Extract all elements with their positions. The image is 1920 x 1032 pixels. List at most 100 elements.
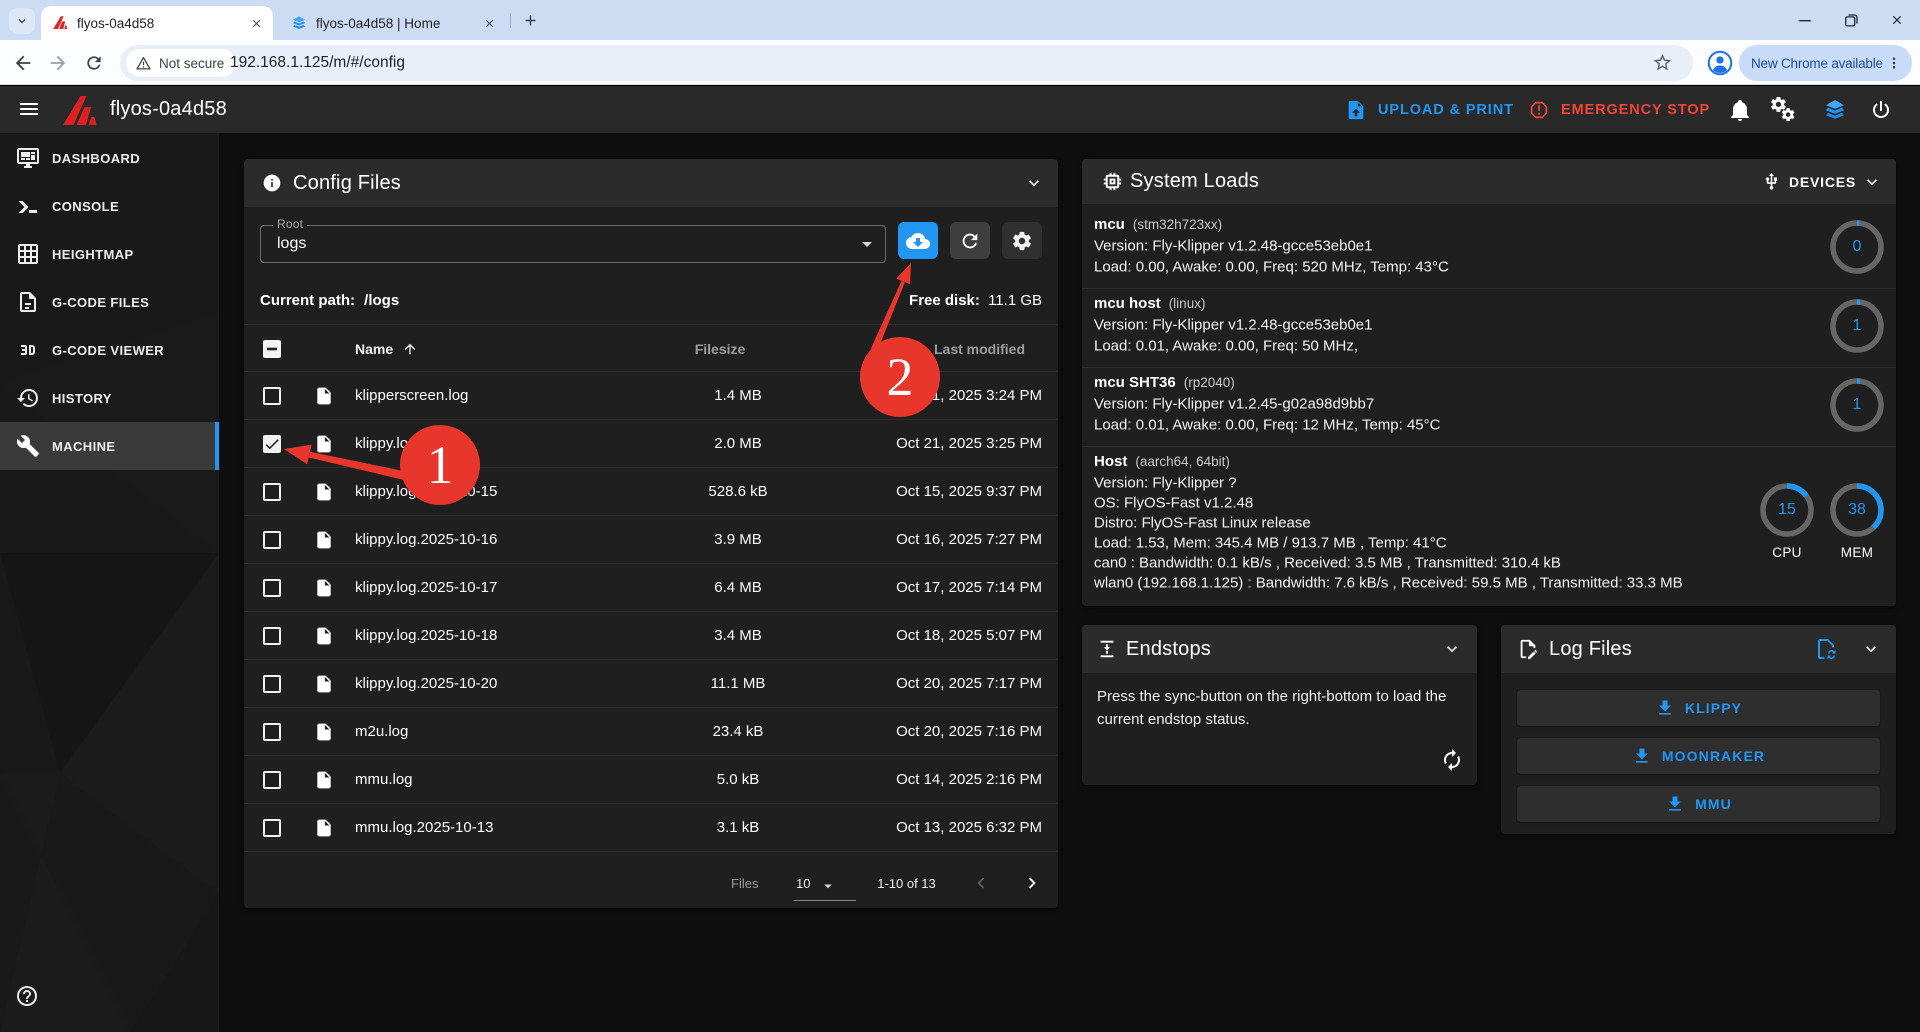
file-row[interactable]: mmu.log.2025-10-13 3.1 kB Oct 13, 2025 6… bbox=[244, 804, 1058, 852]
file-edit-icon bbox=[1517, 638, 1539, 660]
caret-down-icon bbox=[855, 232, 879, 256]
row-checkbox[interactable] bbox=[263, 531, 281, 549]
sidebar-item-history[interactable]: HISTORY bbox=[0, 374, 219, 422]
config-files-header[interactable]: Config Files bbox=[244, 159, 1058, 207]
bookmark-button[interactable] bbox=[1652, 52, 1673, 73]
devices-button[interactable]: DEVICES bbox=[1762, 159, 1856, 204]
rollover-logs-button[interactable] bbox=[1814, 637, 1838, 661]
endstops-message: Press the sync-button on the right-botto… bbox=[1097, 685, 1447, 731]
sidebar-item-machine[interactable]: MACHINE bbox=[0, 422, 219, 470]
next-page-button[interactable] bbox=[1017, 868, 1047, 898]
refresh-files-button[interactable] bbox=[950, 222, 990, 259]
file-modified: Oct 18, 2025 5:07 PM bbox=[896, 612, 1042, 660]
caret-down-icon[interactable] bbox=[819, 877, 837, 895]
files-table-footer: Files 10 1-10 of 13 bbox=[244, 852, 1058, 908]
row-checkbox[interactable] bbox=[263, 627, 281, 645]
file-row[interactable]: mmu.log 5.0 kB Oct 14, 2025 2:16 PM bbox=[244, 756, 1058, 804]
browser-tab-inactive[interactable]: flyos-0a4d58 | Home bbox=[280, 6, 506, 40]
emergency-stop-button[interactable]: EMERGENCY STOP bbox=[1528, 86, 1710, 133]
log-button-label: MOONRAKER bbox=[1662, 748, 1765, 764]
file-row[interactable]: klippy.log.2025-10-16 3.9 MB Oct 16, 202… bbox=[244, 516, 1058, 564]
chevron-down-icon[interactable] bbox=[1861, 639, 1881, 659]
file-row[interactable]: klippy.log.2025-10-20 11.1 MB Oct 20, 20… bbox=[244, 660, 1058, 708]
file-sync-icon bbox=[1814, 637, 1838, 661]
back-button[interactable] bbox=[9, 49, 37, 77]
system-load-section-mcu-sht36: mcu SHT36(rp2040) Version: Fly-Klipper v… bbox=[1082, 368, 1896, 447]
new-tab-button[interactable] bbox=[519, 9, 541, 31]
file-document-icon bbox=[16, 290, 40, 314]
chevron-down-icon[interactable] bbox=[1862, 172, 1882, 192]
annotation-number: 1 bbox=[427, 434, 454, 496]
profile-button[interactable] bbox=[1705, 48, 1735, 78]
chrome-update-button[interactable]: New Chrome available bbox=[1739, 45, 1912, 81]
file-row[interactable]: klippy.log.2025-10-15 528.6 kB Oct 15, 2… bbox=[244, 468, 1058, 516]
column-header-modified[interactable]: Last modified bbox=[934, 325, 1025, 373]
window-minimize-button[interactable] bbox=[1782, 0, 1828, 40]
select-all-checkbox[interactable] bbox=[263, 340, 281, 358]
sidebar-item-console[interactable]: CONSOLE bbox=[0, 182, 219, 230]
files-per-page-value[interactable]: 10 bbox=[796, 876, 810, 891]
row-checkbox-checked[interactable] bbox=[263, 435, 281, 453]
tab-close-button[interactable] bbox=[247, 14, 265, 32]
upload-print-button[interactable]: UPLOAD & PRINT bbox=[1345, 86, 1514, 133]
column-header-filesize[interactable]: Filesize bbox=[670, 325, 770, 373]
settings-button[interactable] bbox=[1771, 97, 1796, 122]
profile-icon bbox=[1705, 48, 1735, 78]
row-checkbox[interactable] bbox=[263, 579, 281, 597]
file-size: 3.4 MB bbox=[658, 612, 818, 660]
row-checkbox[interactable] bbox=[263, 819, 281, 837]
menu-button[interactable] bbox=[17, 97, 41, 121]
row-checkbox[interactable] bbox=[263, 387, 281, 405]
security-chip[interactable]: Not secure bbox=[126, 49, 236, 77]
video-3d-icon bbox=[16, 338, 40, 362]
row-checkbox[interactable] bbox=[263, 483, 281, 501]
download-klippy-log-button[interactable]: KLIPPY bbox=[1517, 690, 1880, 726]
address-bar[interactable]: Not secure 192.168.1.125/m/#/config bbox=[120, 45, 1693, 81]
file-modified: Oct 16, 2025 7:27 PM bbox=[896, 516, 1042, 564]
flyos-services-button[interactable] bbox=[1822, 97, 1847, 122]
file-row[interactable]: klippy.log.2025-10-18 3.4 MB Oct 18, 202… bbox=[244, 612, 1058, 660]
mcu-name: mcu bbox=[1094, 216, 1125, 233]
row-checkbox[interactable] bbox=[263, 771, 281, 789]
forward-button[interactable] bbox=[44, 49, 72, 77]
sidebar-item-heightmap[interactable]: HEIGHTMAP bbox=[0, 230, 219, 278]
power-button[interactable] bbox=[1868, 97, 1893, 122]
sidebar-item-gcode-viewer[interactable]: G-CODE VIEWER bbox=[0, 326, 219, 374]
sidebar-item-label: G-CODE VIEWER bbox=[52, 343, 164, 358]
file-row[interactable]: klippy.log.2025-10-17 6.4 MB Oct 17, 202… bbox=[244, 564, 1058, 612]
file-row[interactable]: m2u.log 23.4 kB Oct 20, 2025 7:16 PM bbox=[244, 708, 1058, 756]
file-modified: Oct 14, 2025 2:16 PM bbox=[896, 756, 1042, 804]
notifications-button[interactable] bbox=[1727, 97, 1752, 122]
download-mmu-log-button[interactable]: MMU bbox=[1517, 786, 1880, 822]
endstop-sync-button[interactable] bbox=[1440, 748, 1464, 772]
root-select-value: logs bbox=[277, 226, 306, 262]
root-select[interactable]: Root logs bbox=[260, 225, 886, 263]
tab-close-button[interactable] bbox=[480, 14, 498, 32]
previous-page-button[interactable] bbox=[966, 868, 996, 898]
annotation-step-1: 1 bbox=[400, 425, 480, 505]
files-settings-button[interactable] bbox=[1002, 222, 1042, 259]
download-moonraker-log-button[interactable]: MOONRAKER bbox=[1517, 738, 1880, 774]
window-maximize-button[interactable] bbox=[1828, 0, 1874, 40]
chevron-down-icon[interactable] bbox=[1442, 639, 1462, 659]
browser-toolbar: Not secure 192.168.1.125/m/#/config New … bbox=[0, 40, 1920, 85]
browser-tab-active[interactable]: flyos-0a4d58 bbox=[41, 6, 273, 40]
sidebar-item-gcode-files[interactable]: G-CODE FILES bbox=[0, 278, 219, 326]
star-icon bbox=[1652, 52, 1673, 73]
file-row[interactable]: klippy.log 2.0 MB Oct 21, 2025 3:25 PM bbox=[244, 420, 1058, 468]
column-header-name[interactable]: Name bbox=[355, 325, 393, 373]
reload-button[interactable] bbox=[80, 49, 108, 77]
row-checkbox[interactable] bbox=[263, 675, 281, 693]
window-close-button[interactable] bbox=[1874, 0, 1920, 40]
sidebar-item-dashboard[interactable]: DASHBOARD bbox=[0, 134, 219, 182]
usb-icon bbox=[1762, 172, 1781, 191]
file-icon bbox=[314, 481, 334, 503]
download-selected-button[interactable] bbox=[898, 222, 938, 259]
tab-search-button[interactable] bbox=[9, 8, 35, 34]
mcu-sht36-version: Version: Fly-Klipper v1.2.45-g02a98d9bb7 bbox=[1094, 396, 1374, 413]
browser-menu-button[interactable] bbox=[1885, 54, 1903, 72]
card-title: Endstops bbox=[1126, 625, 1211, 673]
chevron-down-icon[interactable] bbox=[1024, 173, 1044, 193]
row-checkbox[interactable] bbox=[263, 723, 281, 741]
help-button[interactable] bbox=[15, 984, 39, 1008]
